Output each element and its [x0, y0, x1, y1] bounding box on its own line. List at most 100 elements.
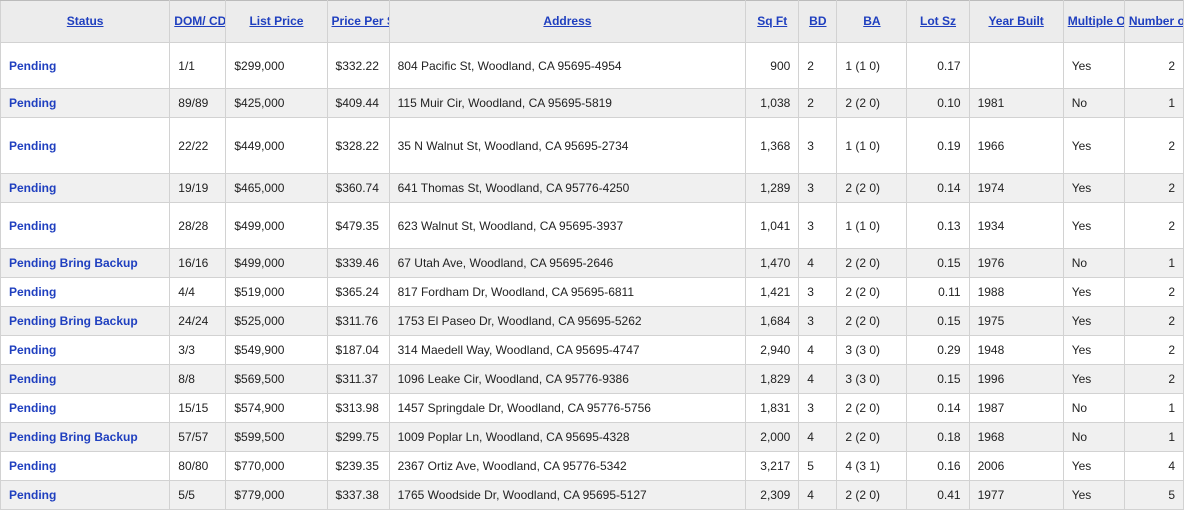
column-header-price-per-sqft[interactable]: Price Per Sq Ft — [326, 0, 390, 43]
column-header-year-built[interactable]: Year Built — [968, 0, 1064, 43]
price-per-sqft-cell: $311.37 — [326, 364, 390, 394]
multiple-offers-cell: Yes — [1062, 306, 1125, 336]
dom-cell: 80/80 — [169, 451, 227, 481]
column-header-number-of-offers[interactable]: Number of Offers — [1123, 0, 1184, 43]
multiple-offers-cell: Yes — [1062, 451, 1125, 481]
address-cell: 1096 Leake Cir, Woodland, CA 95776-9386 — [388, 364, 747, 394]
table-row[interactable]: Pending Bring Backup 57/57 $599,500 $299.75… — [0, 422, 1184, 452]
table-row[interactable]: Pending 19/19 $465,000 $360.74 641 Thomas St… — [0, 173, 1184, 203]
sqft-cell: 1,684 — [745, 306, 800, 336]
table-row[interactable]: Pending 89/89 $425,000 $409.44 115 Muir Cir,… — [0, 88, 1184, 118]
lot-size-cell: 0.29 — [906, 335, 970, 365]
price-per-sqft-cell: $409.44 — [326, 88, 390, 118]
lot-size-cell: 0.15 — [906, 306, 970, 336]
status-cell[interactable]: Pending — [0, 451, 171, 481]
number-of-offers-cell: 2 — [1123, 364, 1184, 394]
column-header-list-price[interactable]: List Price — [225, 0, 328, 43]
sqft-cell: 2,000 — [745, 422, 800, 452]
number-of-offers-cell: 1 — [1123, 248, 1184, 278]
listings-table: Status DOM/ CDOM List Price Price Per Sq… — [0, 0, 1184, 510]
bd-cell: 4 — [798, 248, 838, 278]
address-cell: 2367 Ortiz Ave, Woodland, CA 95776-5342 — [388, 451, 747, 481]
year-built-cell: 1966 — [968, 117, 1064, 174]
list-price-cell: $574,900 — [225, 393, 328, 423]
column-header-multiple-offers[interactable]: Multiple Offers — [1062, 0, 1125, 43]
sqft-cell: 1,470 — [745, 248, 800, 278]
list-price-cell: $449,000 — [225, 117, 328, 174]
bd-cell: 2 — [798, 42, 838, 89]
bd-cell: 3 — [798, 202, 838, 249]
column-header-ba[interactable]: BA — [836, 0, 908, 43]
lot-size-cell: 0.11 — [906, 277, 970, 307]
status-cell[interactable]: Pending — [0, 364, 171, 394]
column-header-lot-size[interactable]: Lot Sz — [906, 0, 970, 43]
status-cell[interactable]: Pending Bring Backup — [0, 248, 171, 278]
address-cell: 623 Walnut St, Woodland, CA 95695-3937 — [388, 202, 747, 249]
table-row[interactable]: Pending Bring Backup 16/16 $499,000 $339.46… — [0, 248, 1184, 278]
column-header-status[interactable]: Status — [0, 0, 171, 43]
list-price-cell: $770,000 — [225, 451, 328, 481]
sqft-cell: 1,829 — [745, 364, 800, 394]
status-cell[interactable]: Pending — [0, 88, 171, 118]
table-row[interactable]: Pending 4/4 $519,000 $365.24 817 Fordham Dr,… — [0, 277, 1184, 307]
status-cell[interactable]: Pending — [0, 173, 171, 203]
status-cell[interactable]: Pending — [0, 42, 171, 89]
table-row[interactable]: Pending 5/5 $779,000 $337.38 1765 Woodside D… — [0, 480, 1184, 510]
dom-cell: 5/5 — [169, 480, 227, 510]
year-built-cell: 1988 — [968, 277, 1064, 307]
lot-size-cell: 0.17 — [906, 42, 970, 89]
address-cell: 314 Maedell Way, Woodland, CA 95695-4747 — [388, 335, 747, 365]
table-row[interactable]: Pending 15/15 $574,900 $313.98 1457 Springda… — [0, 393, 1184, 423]
ba-cell: 2 (2 0) — [836, 88, 908, 118]
multiple-offers-cell: Yes — [1062, 173, 1125, 203]
status-cell[interactable]: Pending — [0, 117, 171, 174]
bd-cell: 3 — [798, 306, 838, 336]
lot-size-cell: 0.15 — [906, 364, 970, 394]
multiple-offers-cell: Yes — [1062, 335, 1125, 365]
dom-cell: 4/4 — [169, 277, 227, 307]
status-cell[interactable]: Pending — [0, 335, 171, 365]
status-cell[interactable]: Pending — [0, 202, 171, 249]
column-header-address[interactable]: Address — [388, 0, 747, 43]
multiple-offers-cell: Yes — [1062, 117, 1125, 174]
list-price-cell: $599,500 — [225, 422, 328, 452]
status-cell[interactable]: Pending — [0, 277, 171, 307]
year-built-cell: 1996 — [968, 364, 1064, 394]
column-header-bd[interactable]: BD — [798, 0, 838, 43]
list-price-cell: $465,000 — [225, 173, 328, 203]
multiple-offers-cell: Yes — [1062, 42, 1125, 89]
address-cell: 35 N Walnut St, Woodland, CA 95695-2734 — [388, 117, 747, 174]
ba-cell: 3 (3 0) — [836, 364, 908, 394]
year-built-cell: 1948 — [968, 335, 1064, 365]
table-row[interactable]: Pending 8/8 $569,500 $311.37 1096 Leake Cir,… — [0, 364, 1184, 394]
column-header-sqft[interactable]: Sq Ft — [745, 0, 800, 43]
multiple-offers-cell: Yes — [1062, 202, 1125, 249]
bd-cell: 5 — [798, 451, 838, 481]
column-header-dom[interactable]: DOM/ CDOM — [169, 0, 227, 43]
status-cell[interactable]: Pending — [0, 480, 171, 510]
multiple-offers-cell: Yes — [1062, 364, 1125, 394]
status-cell[interactable]: Pending Bring Backup — [0, 306, 171, 336]
lot-size-cell: 0.41 — [906, 480, 970, 510]
ba-cell: 4 (3 1) — [836, 451, 908, 481]
year-built-cell: 2006 — [968, 451, 1064, 481]
number-of-offers-cell: 2 — [1123, 173, 1184, 203]
table-row[interactable]: Pending Bring Backup 24/24 $525,000 $311.76… — [0, 306, 1184, 336]
table-row[interactable]: Pending 22/22 $449,000 $328.22 35 N Walnut S… — [0, 117, 1184, 174]
dom-cell: 15/15 — [169, 393, 227, 423]
lot-size-cell: 0.16 — [906, 451, 970, 481]
bd-cell: 3 — [798, 173, 838, 203]
year-built-cell: 1934 — [968, 202, 1064, 249]
multiple-offers-cell: No — [1062, 422, 1125, 452]
list-price-cell: $425,000 — [225, 88, 328, 118]
table-row[interactable]: Pending 1/1 $299,000 $332.22 804 Pacific St,… — [0, 42, 1184, 89]
ba-cell: 2 (2 0) — [836, 248, 908, 278]
table-row[interactable]: Pending 28/28 $499,000 $479.35 623 Walnut St… — [0, 202, 1184, 249]
ba-cell: 2 (2 0) — [836, 393, 908, 423]
lot-size-cell: 0.14 — [906, 173, 970, 203]
status-cell[interactable]: Pending — [0, 393, 171, 423]
table-row[interactable]: Pending 80/80 $770,000 $239.35 2367 Ortiz Av… — [0, 451, 1184, 481]
price-per-sqft-cell: $360.74 — [326, 173, 390, 203]
status-cell[interactable]: Pending Bring Backup — [0, 422, 171, 452]
table-row[interactable]: Pending 3/3 $549,900 $187.04 314 Maedell Way… — [0, 335, 1184, 365]
